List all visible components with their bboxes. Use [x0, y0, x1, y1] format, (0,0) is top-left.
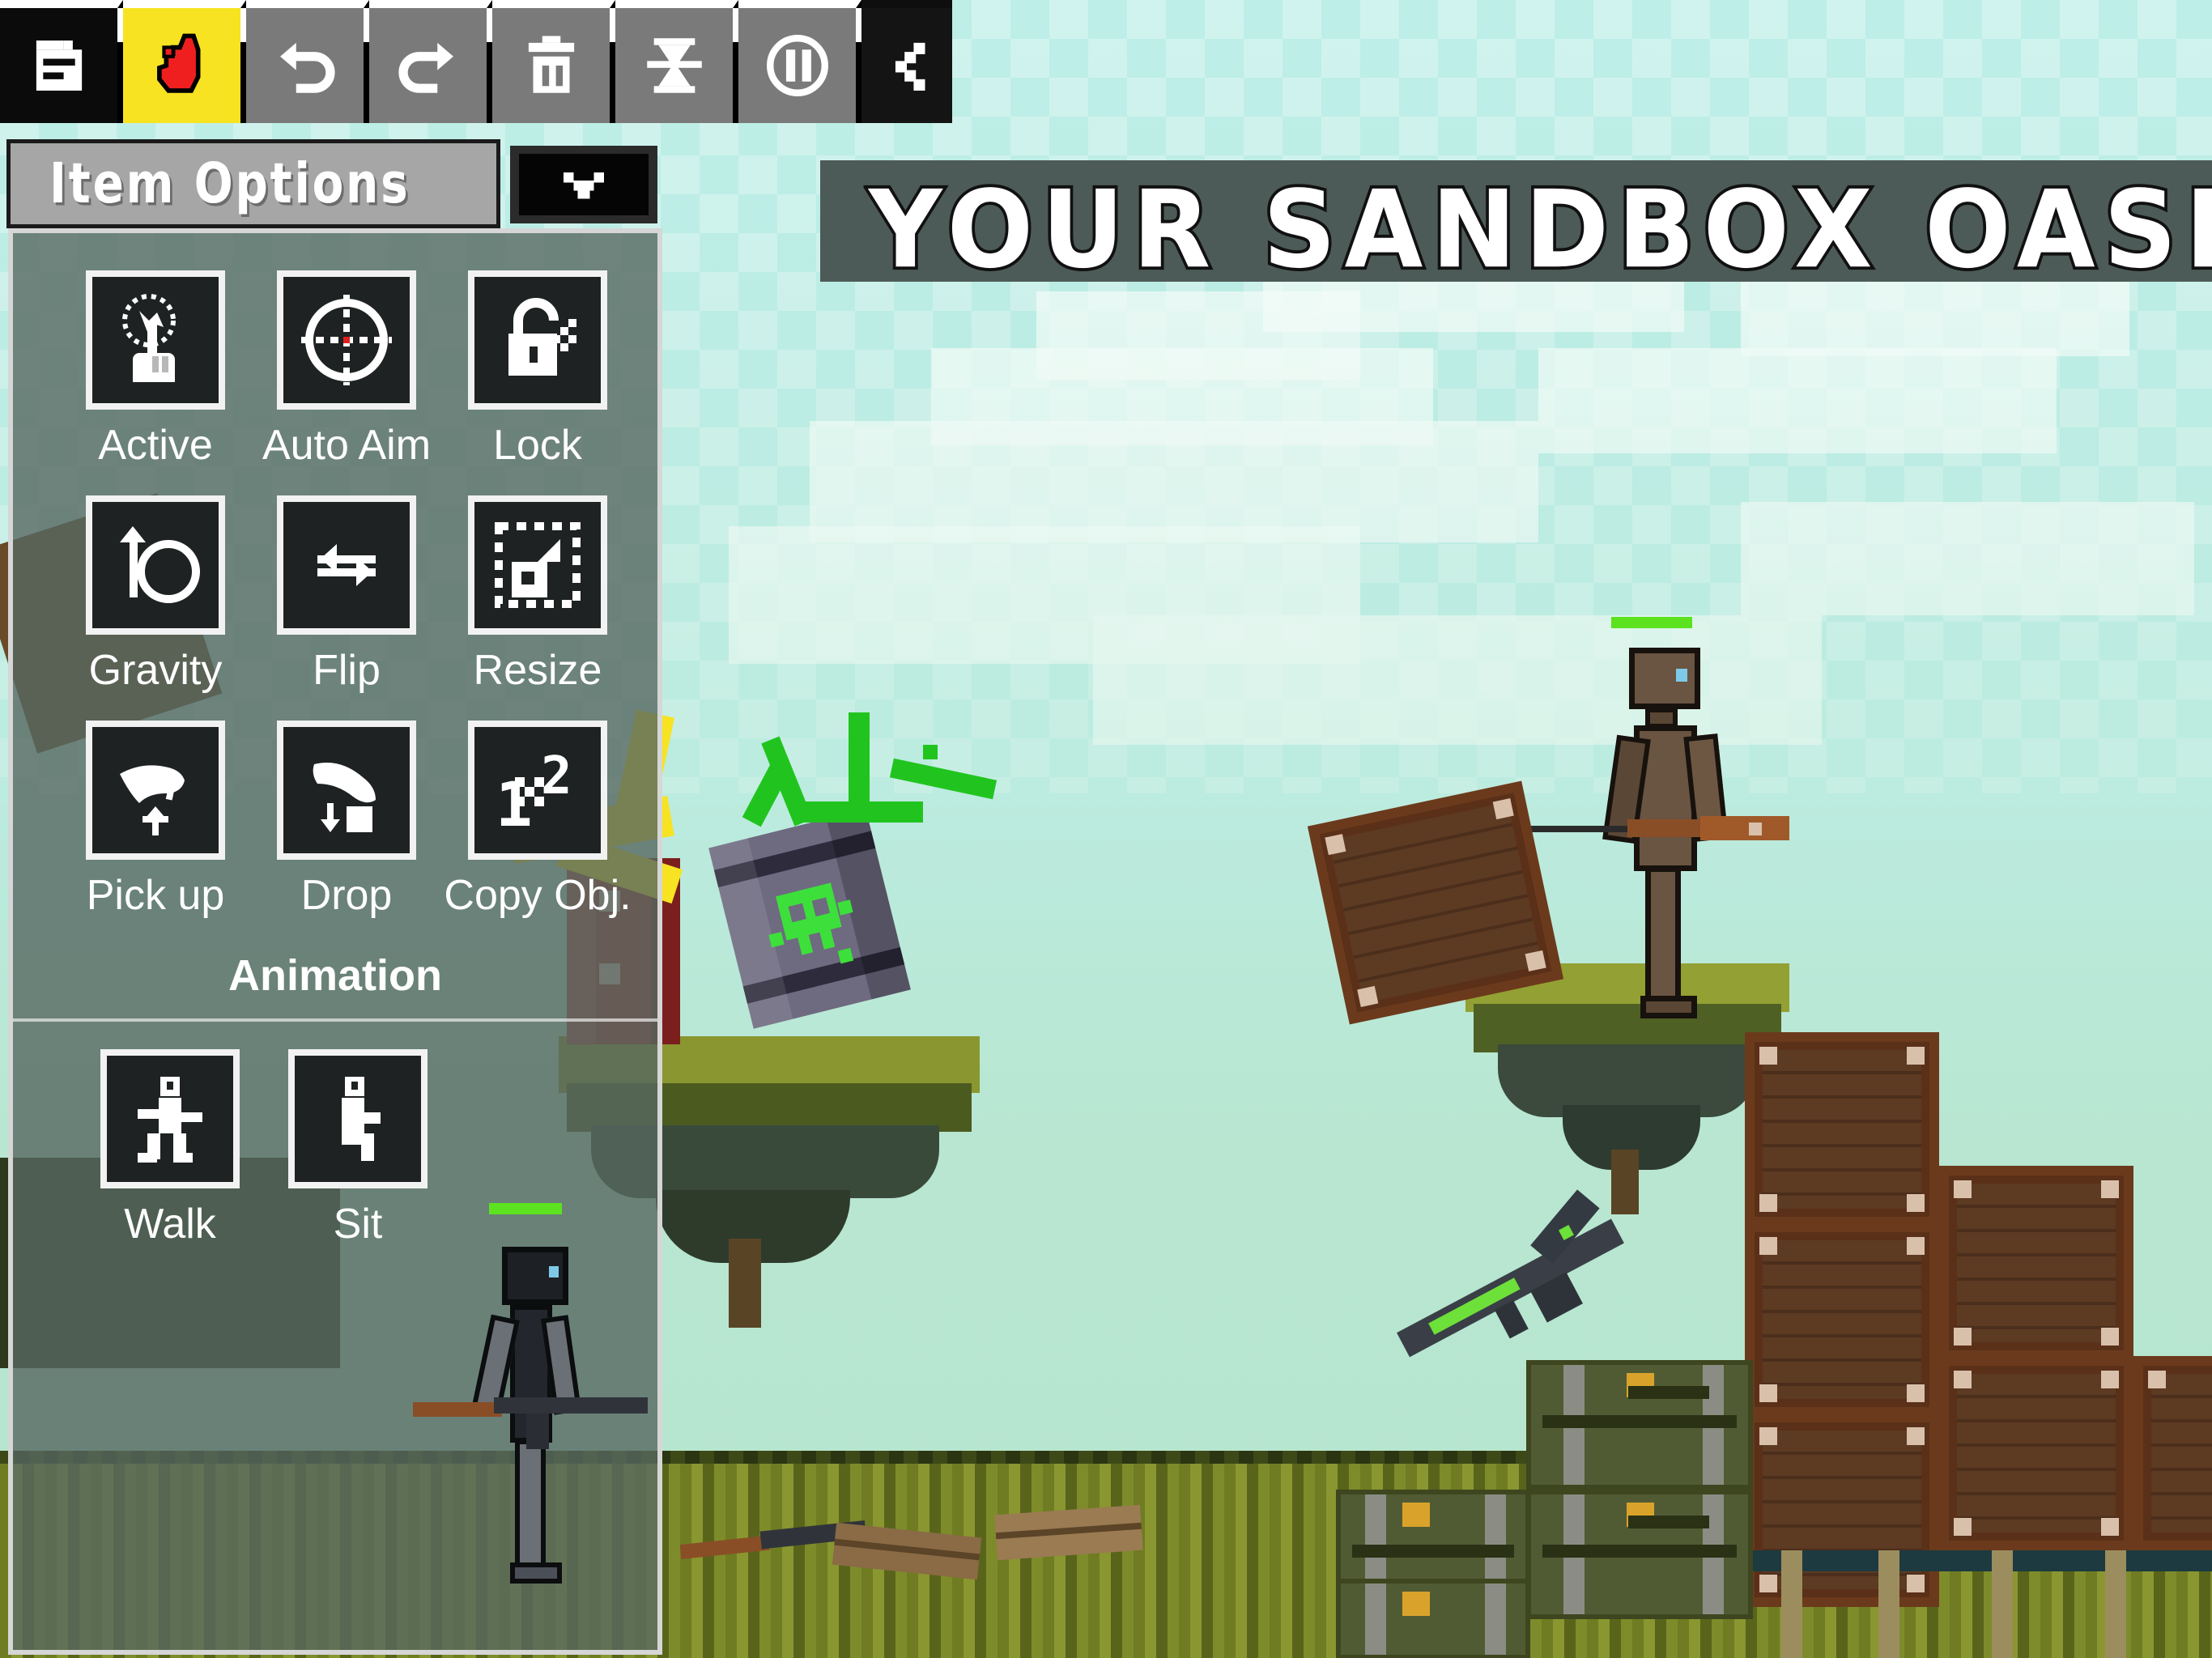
- option-lock[interactable]: Lock: [442, 270, 633, 470]
- item-options-header: Item Options: [6, 139, 500, 228]
- top-toolbar: [0, 0, 952, 123]
- option-label: Drop: [300, 872, 393, 919]
- option-icon-box[interactable]: [468, 495, 607, 635]
- option-icon-box[interactable]: [100, 1049, 240, 1188]
- toolbar-button-pause[interactable]: [738, 0, 861, 123]
- hourglass-icon: [646, 38, 702, 93]
- option-resize[interactable]: Resize: [442, 495, 633, 695]
- option-icon-box[interactable]: [277, 495, 416, 635]
- wooden-crate[interactable]: [1745, 1032, 1939, 1226]
- option-sit[interactable]: Sit: [264, 1049, 452, 1248]
- hand-icon: [156, 33, 200, 93]
- sitting-figure-icon: [342, 1077, 381, 1161]
- game-screen: Active Auto Aim Lock Gravity Flip Resize…: [0, 0, 2212, 1658]
- option-icon-box[interactable]: [277, 721, 416, 860]
- health-bar: [1611, 617, 1692, 628]
- svg-text:1: 1: [496, 768, 533, 840]
- toolbar-button-slow-motion[interactable]: [615, 0, 738, 123]
- ammo-crate[interactable]: [1336, 1579, 1530, 1658]
- walking-figure-icon: [138, 1077, 202, 1163]
- wooden-crate[interactable]: [1939, 1166, 2133, 1360]
- stilt: [1992, 1550, 2013, 1658]
- option-icon-box[interactable]: [468, 270, 607, 410]
- undo-icon: [279, 42, 334, 93]
- option-copy-object[interactable]: 1 2 Copy Obj.: [442, 721, 633, 920]
- gravity-icon: [120, 526, 200, 603]
- option-label: Resize: [473, 647, 602, 694]
- wooden-crate[interactable]: [2133, 1356, 2212, 1550]
- stilt: [1878, 1550, 1899, 1658]
- resize-icon: [495, 522, 581, 608]
- option-flip[interactable]: Flip: [251, 495, 442, 695]
- chevron-down-icon: [564, 172, 604, 199]
- drop-hand-icon: [313, 763, 376, 832]
- option-label: Active: [98, 422, 213, 469]
- ragdoll-character[interactable]: [413, 1203, 648, 1603]
- option-label: Sit: [333, 1201, 383, 1248]
- option-icon-box[interactable]: [277, 270, 416, 410]
- ammo-crate[interactable]: [1526, 1490, 1753, 1619]
- toolbar-button-delete[interactable]: [492, 0, 615, 123]
- option-label: Copy Obj.: [444, 872, 632, 919]
- promo-banner: YOUR SANDBOX OASIS: [820, 160, 2212, 295]
- option-icon-box[interactable]: 1 2: [468, 721, 607, 860]
- health-bar: [489, 1203, 562, 1214]
- option-icon-box[interactable]: [86, 495, 225, 635]
- option-label: Flip: [313, 647, 381, 694]
- wooden-crate[interactable]: [1939, 1356, 2133, 1550]
- stilt: [1781, 1550, 1802, 1658]
- crosshair-icon: [301, 295, 392, 385]
- wooden-crate[interactable]: [1745, 1222, 1939, 1417]
- option-label: Gravity: [88, 647, 223, 694]
- toolbar-button-hand[interactable]: [123, 0, 246, 123]
- option-gravity[interactable]: Gravity: [60, 495, 251, 695]
- toolbar-button-share[interactable]: [861, 0, 952, 123]
- toolbar-button-redo[interactable]: [369, 0, 492, 123]
- pause-icon: [766, 35, 828, 96]
- toolbar-button-file[interactable]: [0, 0, 123, 123]
- ragdoll-character[interactable]: [1506, 617, 1789, 1020]
- item-options-grid: Active Auto Aim Lock Gravity Flip Resize…: [13, 233, 657, 1001]
- touch-active-icon: [122, 294, 176, 382]
- option-label: Auto Aim: [262, 422, 432, 469]
- file-icon: [36, 40, 82, 91]
- option-walk[interactable]: Walk: [76, 1049, 264, 1248]
- redo-icon: [398, 42, 453, 93]
- wooden-crate[interactable]: [1745, 1413, 1939, 1607]
- animation-grid: Walk Sit: [13, 1022, 657, 1274]
- option-icon-box[interactable]: [86, 721, 225, 860]
- svg-text:2: 2: [541, 746, 572, 806]
- animation-section-heading: Animation: [228, 951, 442, 1000]
- share-icon: [895, 42, 925, 91]
- option-drop[interactable]: Drop: [251, 721, 442, 920]
- padlock-open-icon: [508, 298, 576, 376]
- option-icon-box[interactable]: [86, 270, 225, 410]
- stilt-beam: [1733, 1550, 2212, 1571]
- item-options-collapse-button[interactable]: [510, 146, 657, 223]
- item-options-title: Item Options: [49, 151, 410, 217]
- rifle-weapon[interactable]: [1506, 816, 1797, 844]
- option-label: Walk: [124, 1201, 216, 1248]
- copy-object-icon: 1 2: [496, 746, 572, 840]
- ammo-crate[interactable]: [1526, 1360, 1753, 1490]
- option-active[interactable]: Active: [60, 270, 251, 470]
- option-auto-aim[interactable]: Auto Aim: [251, 270, 442, 470]
- toxic-leak-splash: [742, 712, 998, 850]
- option-icon-box[interactable]: [288, 1049, 428, 1188]
- pick-up-hand-icon: [120, 765, 185, 835]
- option-label: Lock: [493, 422, 582, 469]
- ak47-weapon[interactable]: [413, 1392, 648, 1449]
- stilt: [2105, 1550, 2126, 1658]
- toolbar-button-undo[interactable]: [246, 0, 369, 123]
- option-pick-up[interactable]: Pick up: [60, 721, 251, 920]
- trash-icon: [528, 36, 574, 93]
- banner-title: YOUR SANDBOX OASIS: [866, 164, 2212, 295]
- flip-horizontal-icon: [317, 544, 376, 586]
- option-label: Pick up: [86, 872, 225, 919]
